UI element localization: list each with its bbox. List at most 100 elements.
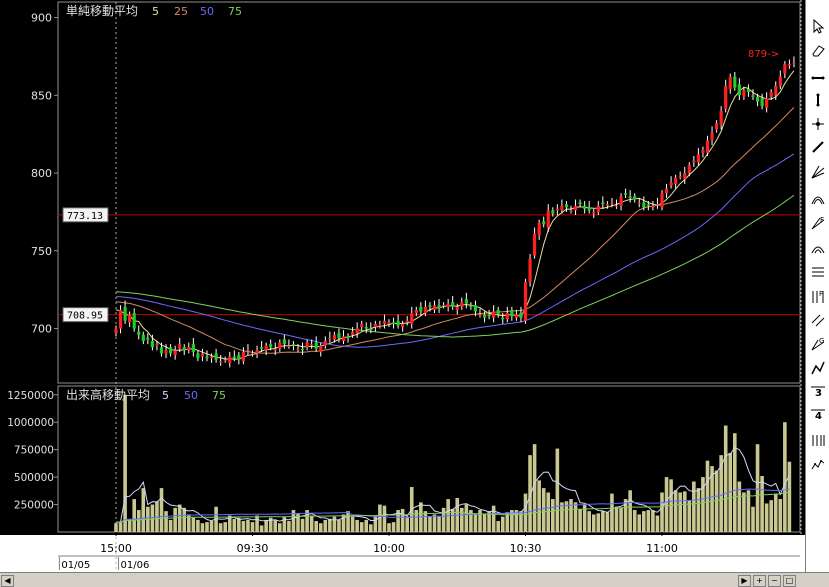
volume-bar [391,522,396,532]
candle-body [273,348,277,351]
fibonacci-fan-tool-button[interactable]: F [809,214,827,232]
candle-body [410,313,414,324]
volume-bar [223,522,227,532]
price-ma-legend-label: 75 [228,5,242,18]
volume-bar [696,488,701,532]
wave-tool-button[interactable] [809,456,827,474]
three-point-tool-button[interactable]: 3 [809,383,827,401]
volume-bar [541,488,546,532]
eraser-tool-button[interactable] [809,41,827,59]
candle-body [232,356,236,359]
hline-value-label: 773.13 [67,211,103,222]
volume-bar [114,523,118,532]
candle-body [774,85,778,96]
candle-body [423,306,427,314]
candle-body [482,314,487,318]
volume-bar [787,461,792,532]
bottom-scrollbar[interactable]: ◀ ▶ + − □ [0,572,829,587]
zoom-out-button[interactable]: − [768,575,781,587]
candle-body [241,351,245,362]
candle-body [296,348,300,350]
fibonacci-arc-icon [811,246,825,254]
candle-body [578,202,582,205]
candle-body [687,165,691,174]
volume-panel-title: 出来高移動平均 [66,387,150,402]
volume-bar [141,488,146,532]
volume-bar [705,460,710,532]
volume-bar [778,499,783,532]
candle-body [683,173,687,180]
candle-body [633,196,637,200]
candle-body [655,204,660,206]
candle-body [178,344,182,349]
three-point-icon: 3 [811,386,825,399]
volume-bar [573,502,578,532]
candle-body [246,350,250,352]
crosshair-icon [812,118,824,130]
trend-line-icon [812,141,824,153]
cursor-tool-button[interactable] [809,17,827,35]
drawing-toolbar: F F G 3 4 [805,0,829,572]
candle-body [114,328,118,334]
volume-bar [428,516,432,532]
volume-bar [673,490,678,532]
scroll-left-button[interactable]: ◀ [1,575,14,587]
candle-body [787,64,791,66]
volume-bar [764,503,769,532]
zoom-reset-button[interactable]: □ [783,575,796,587]
fibonacci-time-tool-button[interactable]: F [809,288,827,306]
zigzag-tool-button[interactable] [809,359,827,377]
cycle-line-icon [812,435,825,446]
cycle-line-tool-button[interactable] [809,431,827,449]
volume-bar [591,514,596,532]
candle-body [587,207,591,211]
volume-bar [400,508,405,532]
chart-area[interactable]: 700 750 800 850 900 250000 500000 750000 1000000… [0,0,805,572]
price-panel-title: 単純移動平均 [66,4,138,18]
volume-bar [364,519,369,532]
candle-body [442,305,446,307]
volume-bar [491,505,496,532]
scroll-right-button[interactable]: ▶ [738,575,751,587]
volume-bar [746,490,751,532]
parallel-line-tool-button[interactable] [809,311,827,329]
candle-body [360,323,364,328]
fibonacci-retracement-tool-button[interactable] [809,263,827,281]
candle-body [724,85,728,110]
candle-body [583,205,587,209]
price-ma-legend-label: 50 [200,5,214,18]
fan-line-tool-button[interactable] [809,163,827,181]
candle-body [560,205,564,211]
trend-line-tool-button[interactable] [809,138,827,156]
date-label: 01/06 [121,560,150,571]
volume-bar [482,514,487,532]
candle-body [282,339,286,345]
candle-body [660,193,664,208]
horizontal-line-tool-button[interactable] [809,69,827,87]
candle-body [619,196,623,206]
svg-text:F: F [819,290,823,298]
volume-bar [182,507,187,532]
candle-body [182,347,186,351]
gann-fan-tool-button[interactable]: G [809,335,827,353]
volume-bar [359,522,364,532]
volume-bar [614,506,619,532]
candle-body [382,320,387,324]
arc-tool-button[interactable] [809,189,827,207]
volume-bar [560,502,564,532]
volume-bar [123,394,127,532]
volume-bar [551,499,555,532]
candle-body [214,353,218,360]
price-ma-legend-label: 25 [174,5,188,18]
volume-bar [632,510,637,532]
fibonacci-arc-tool-button[interactable] [809,238,827,256]
volume-bar [682,491,687,532]
cross-line-tool-button[interactable] [809,115,827,133]
zoom-in-button[interactable]: + [753,575,766,587]
volume-bar [196,519,200,532]
candlestick-chart[interactable]: 700 750 800 850 900 250000 500000 750000 1000000… [0,0,805,572]
vertical-line-tool-button[interactable] [809,91,827,109]
four-point-tool-button[interactable]: 4 [809,406,827,424]
candle-body [464,299,468,304]
candle-body [769,92,773,97]
